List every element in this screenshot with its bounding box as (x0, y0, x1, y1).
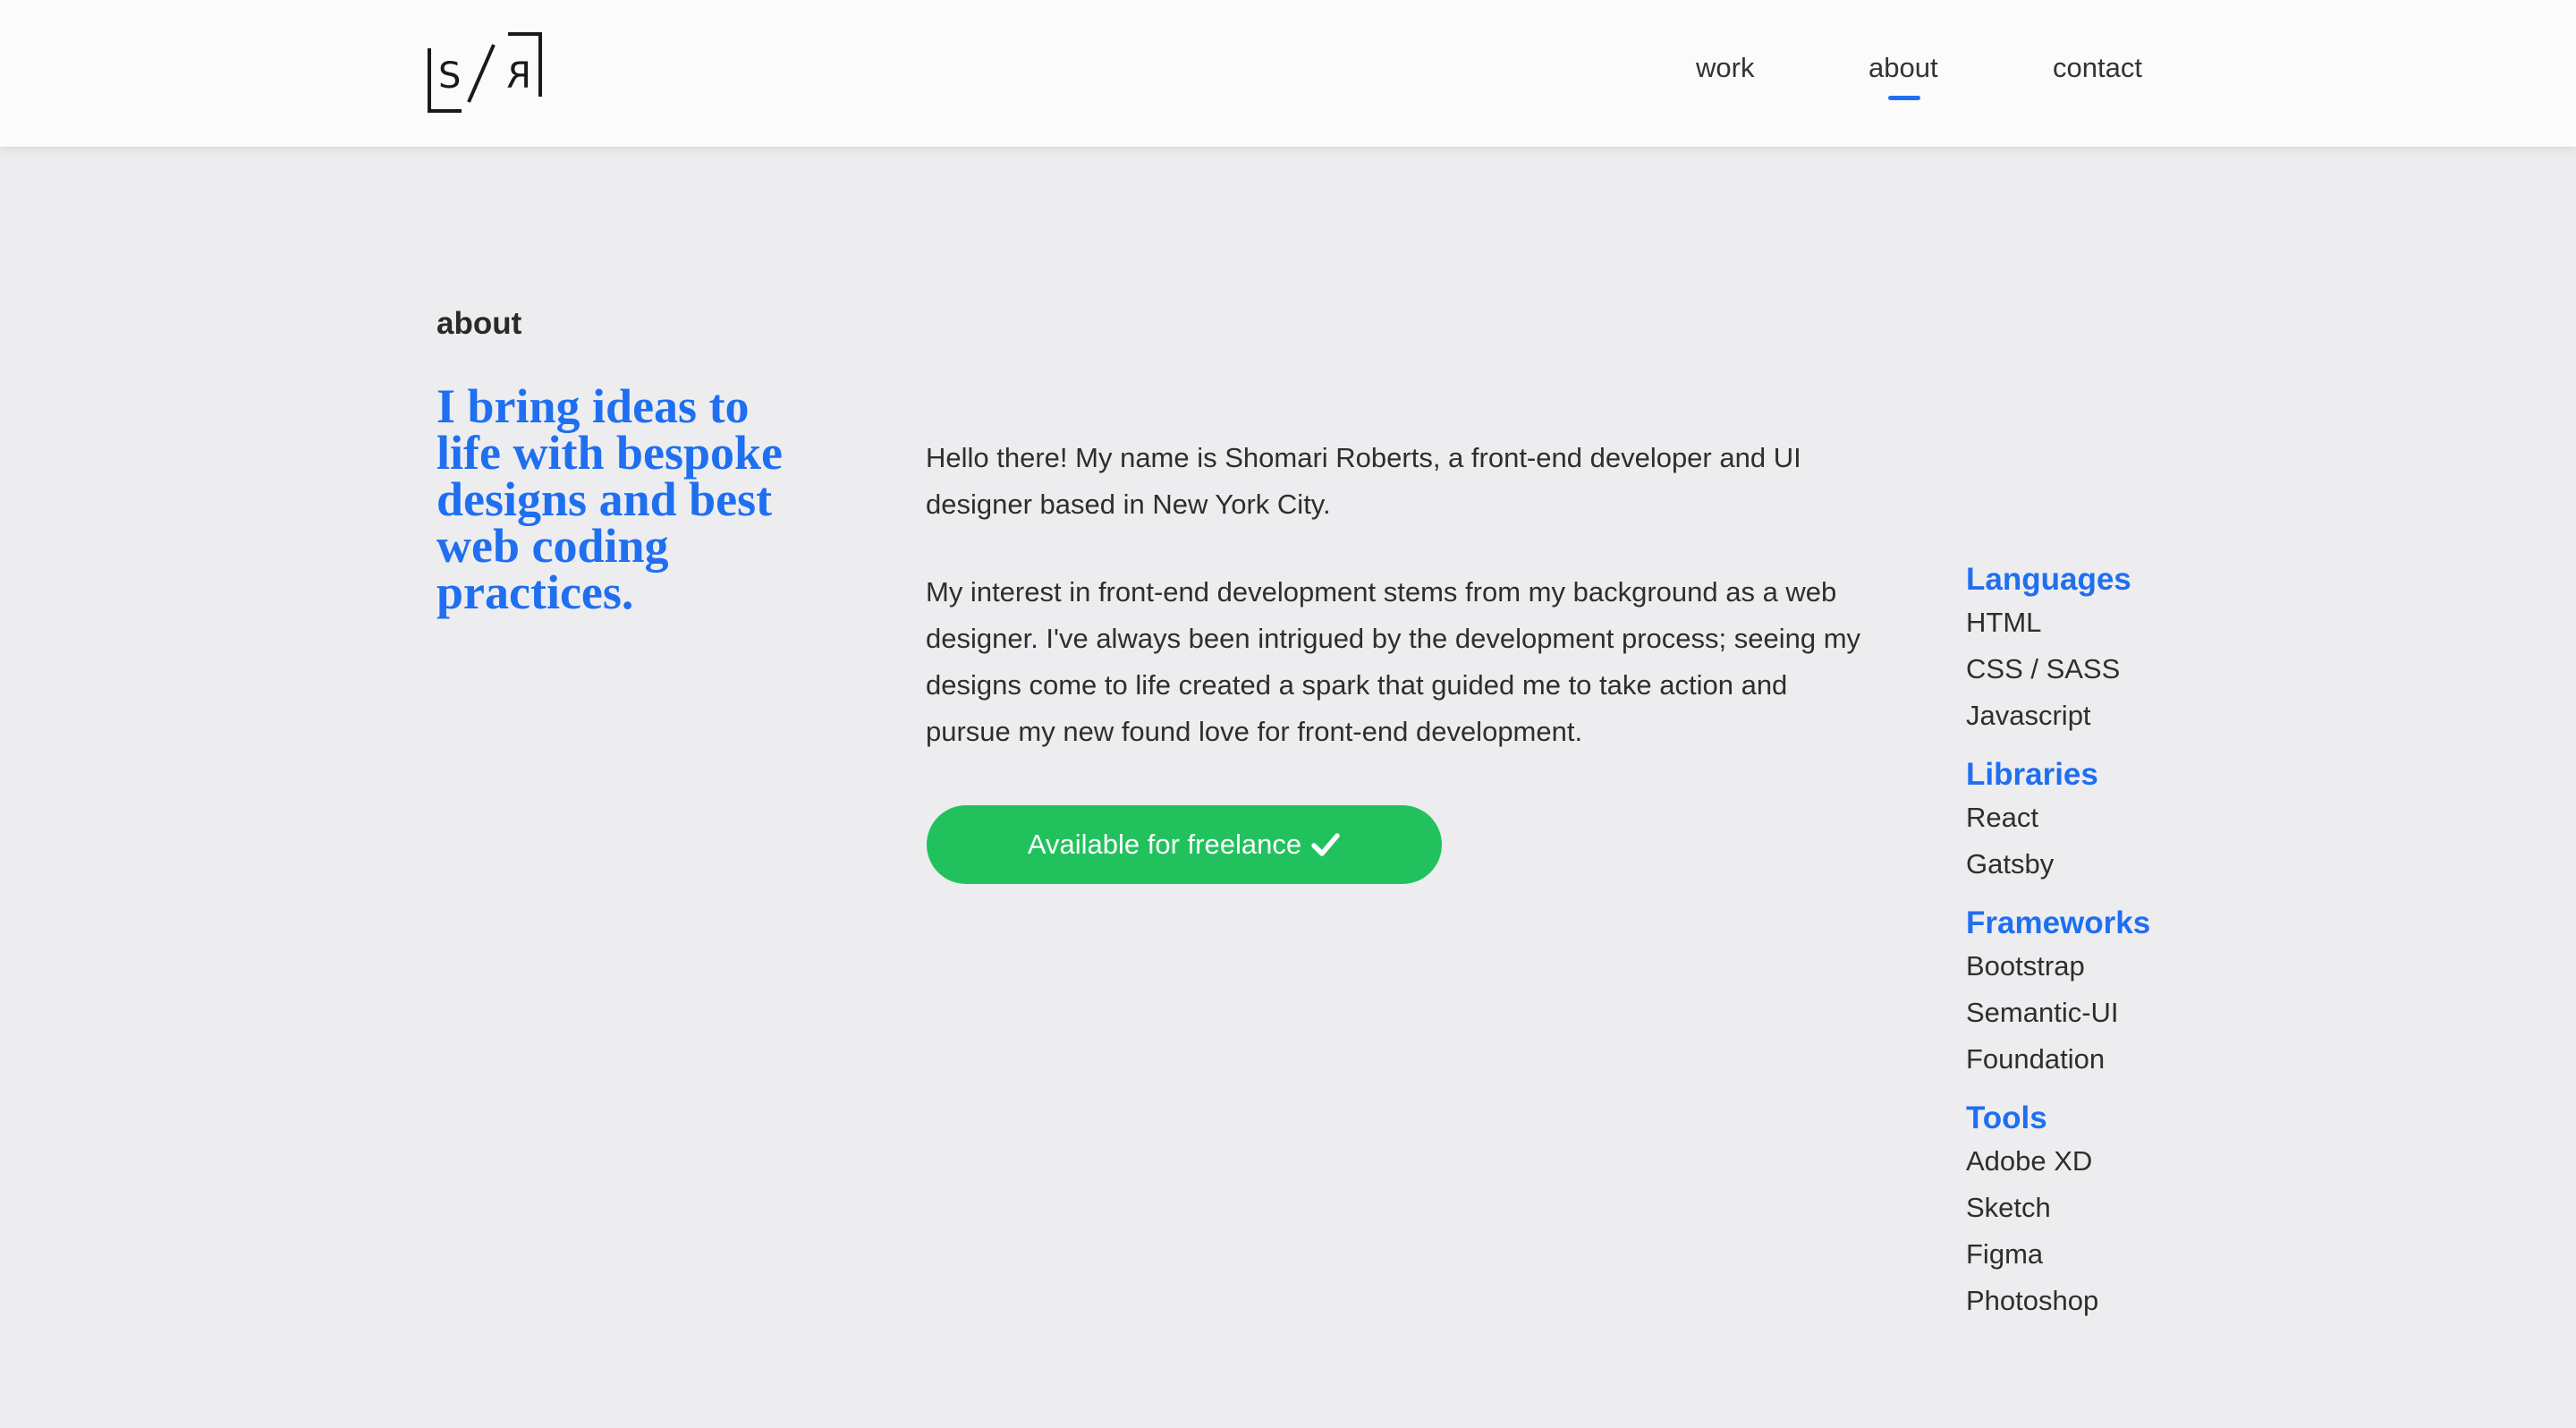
active-nav-indicator (1888, 96, 1920, 100)
skill-item: Figma (1966, 1238, 2044, 1270)
skill-item: Sketch (1966, 1192, 2051, 1223)
skill-item: Photoshop (1966, 1285, 2099, 1316)
skill-item: Foundation (1966, 1043, 2106, 1075)
skill-item: CSS / SASS (1966, 653, 2121, 684)
nav-contact[interactable]: contact (2053, 52, 2142, 97)
bio-paragraph-2: My interest in front-end development ste… (926, 576, 1861, 747)
section-label: about (436, 306, 522, 341)
site-header: S R work about contact (0, 0, 2576, 147)
skill-item: Javascript (1966, 700, 2091, 731)
nav-work[interactable]: work (1696, 52, 1754, 97)
svg-text:R: R (506, 55, 531, 97)
skill-title: Languages (1966, 562, 2131, 597)
skill-item: Bootstrap (1966, 950, 2085, 982)
skill-item: Adobe XD (1966, 1145, 2093, 1177)
skill-item: Semantic-UI (1966, 997, 2119, 1028)
skill-item: HTML (1966, 607, 2042, 638)
check-icon (1310, 831, 1341, 858)
svg-text:S: S (438, 55, 461, 97)
skill-group-tools: Tools Adobe XD Sketch Figma Photoshop (1966, 1099, 2342, 1324)
skills-list: Languages HTML CSS / SASS Javascript Lib… (1966, 560, 2342, 1340)
skill-item: React (1966, 802, 2038, 833)
skill-item: Gatsby (1966, 848, 2055, 880)
skill-group-libraries: Libraries React Gatsby (1966, 755, 2342, 888)
bio-paragraph-1: Hello there! My name is Shomari Roberts,… (926, 442, 1801, 520)
skill-title: Tools (1966, 1101, 2047, 1135)
freelance-button[interactable]: Available for freelance (927, 805, 1442, 884)
skill-group-languages: Languages HTML CSS / SASS Javascript (1966, 560, 2342, 739)
skill-group-frameworks: Frameworks Bootstrap Semantic-UI Foundat… (1966, 904, 2342, 1083)
logo-icon[interactable]: S R (426, 30, 544, 115)
freelance-button-label: Available for freelance (1027, 829, 1302, 860)
skill-title: Frameworks (1966, 905, 2151, 940)
tagline: I bring ideas to life with bespoke desig… (436, 379, 784, 619)
skill-title: Libraries (1966, 757, 2098, 792)
nav-about[interactable]: about (1868, 52, 1938, 97)
